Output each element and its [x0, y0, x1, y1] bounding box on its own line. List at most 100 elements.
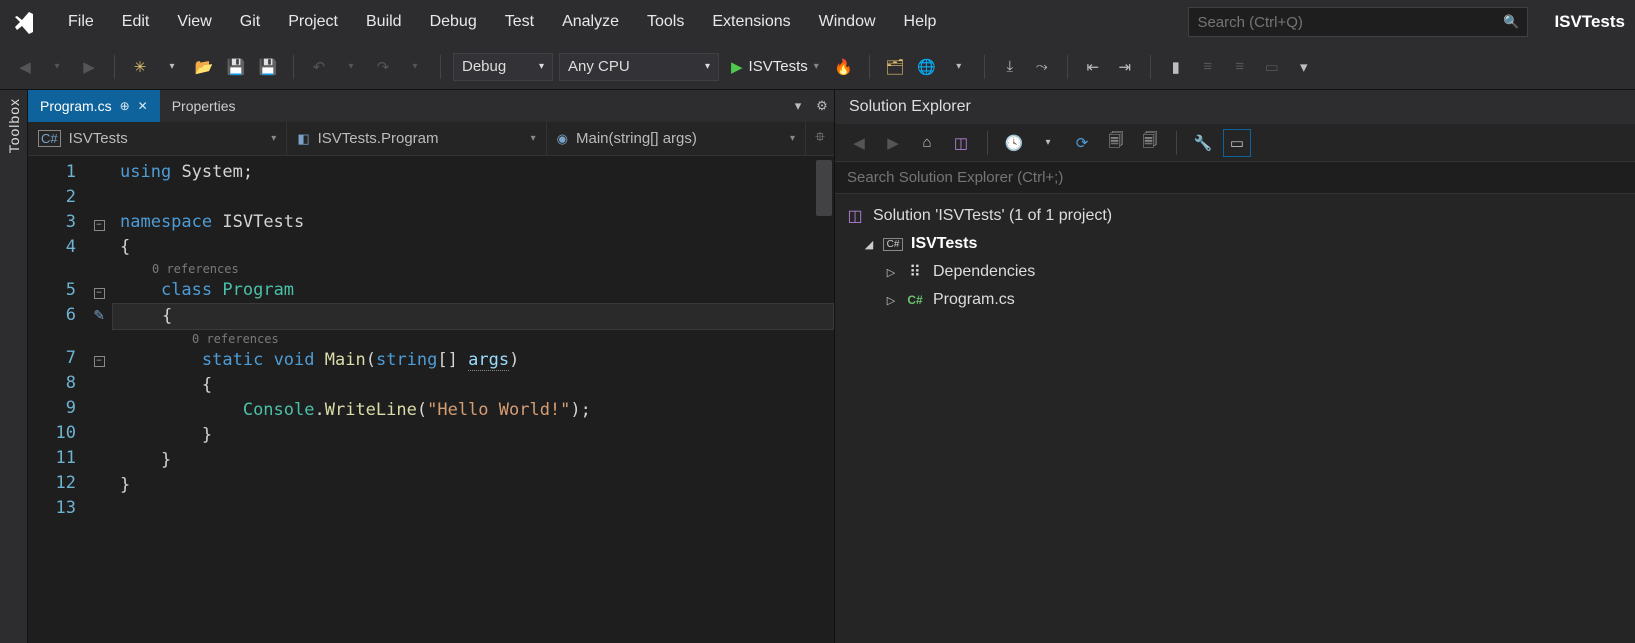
sln-back-button[interactable]: ◀ [845, 129, 873, 157]
menu-git[interactable]: Git [226, 7, 274, 37]
document-tabs: Program.cs ⊕ ✕ Properties ▾ ⚙ [28, 90, 834, 122]
csharp-project-icon: C# [38, 130, 61, 147]
code-line[interactable]: { [112, 235, 834, 260]
menu-build[interactable]: Build [352, 7, 416, 37]
menu-extensions[interactable]: Extensions [698, 7, 804, 37]
toolbox-label: Toolbox [6, 98, 22, 153]
nav-back-button[interactable]: ◀ [12, 54, 38, 80]
browse-folder-button[interactable]: 🗂 [882, 54, 908, 80]
tree-solution-node[interactable]: ◫ Solution 'ISVTests' (1 of 1 project) [845, 202, 1625, 230]
save-all-button[interactable]: 💾 [255, 54, 281, 80]
browser-link-button[interactable]: 🌐 [914, 54, 940, 80]
menu-project[interactable]: Project [274, 7, 352, 37]
outdent-button[interactable]: ⇤ [1080, 54, 1106, 80]
hot-reload-icon[interactable]: 🔥 [831, 54, 857, 80]
expander-icon[interactable]: ◢ [863, 238, 875, 251]
nav-class-dropdown[interactable]: ◧ ISVTests.Program▾ [287, 122, 546, 155]
tab-settings-button[interactable]: ⚙ [810, 98, 834, 114]
toolbox-tab[interactable]: Toolbox [0, 90, 28, 643]
code-line[interactable] [112, 498, 834, 523]
code-editor[interactable]: 12345678910111213 −−✎− using System; nam… [28, 156, 834, 643]
undo-drop-icon[interactable]: ▾ [338, 54, 364, 80]
tree-project-node[interactable]: ◢ C# ISVTests [845, 230, 1625, 258]
step-over-button[interactable]: ⤳ [1029, 54, 1055, 80]
code-line[interactable]: class Program [112, 278, 834, 303]
nav-project-dropdown[interactable]: C# ISVTests▾ [28, 122, 287, 155]
new-item-button[interactable]: ✳ [127, 54, 153, 80]
menu-file[interactable]: File [54, 7, 108, 37]
uncomment-button[interactable]: ≡ [1227, 54, 1253, 80]
platform-dropdown[interactable]: Any CPU▾ [559, 53, 719, 81]
tab-properties[interactable]: Properties [160, 90, 248, 122]
browser-drop-icon[interactable]: ▾ [946, 54, 972, 80]
sln-pending-drop-icon[interactable]: ▾ [1034, 129, 1062, 157]
global-search[interactable]: 🔍 [1188, 7, 1528, 37]
tab-program-cs[interactable]: Program.cs ⊕ ✕ [28, 90, 160, 122]
menu-analyze[interactable]: Analyze [548, 7, 633, 37]
sln-show-all-button[interactable]: 🗐 [1136, 129, 1164, 157]
code-line[interactable]: } [112, 473, 834, 498]
editor-pane: Program.cs ⊕ ✕ Properties ▾ ⚙ C# ISVTest… [28, 90, 835, 643]
editor-scrollbar[interactable] [816, 160, 832, 216]
nav-member-dropdown[interactable]: ◉ Main(string[] args)▾ [547, 122, 806, 155]
sln-forward-button[interactable]: ▶ [879, 129, 907, 157]
nav-forward-button[interactable]: ▶ [76, 54, 102, 80]
code-line[interactable]: static void Main(string[] args) [112, 348, 834, 373]
code-line[interactable]: } [112, 448, 834, 473]
back-drop-icon[interactable]: ▾ [44, 54, 70, 80]
code-line[interactable] [112, 185, 834, 210]
solution-search-input[interactable] [847, 169, 1623, 186]
close-icon[interactable]: ✕ [138, 99, 148, 113]
sln-preview-button[interactable]: ▭ [1223, 129, 1251, 157]
undo-button[interactable]: ↶ [306, 54, 332, 80]
open-file-button[interactable]: 📂 [191, 54, 217, 80]
sln-pending-button[interactable]: 🕓 [1000, 129, 1028, 157]
expander-icon[interactable]: ▷ [885, 266, 897, 279]
configuration-dropdown[interactable]: Debug▾ [453, 53, 553, 81]
save-button[interactable]: 💾 [223, 54, 249, 80]
search-input[interactable] [1197, 14, 1503, 31]
sln-switch-views-button[interactable]: ◫ [947, 129, 975, 157]
code-line[interactable]: { [112, 373, 834, 398]
indent-button[interactable]: ⇥ [1112, 54, 1138, 80]
fold-gutter[interactable]: −−✎− [86, 156, 112, 643]
code-line[interactable]: Console.WriteLine("Hello World!"); [112, 398, 834, 423]
menu-view[interactable]: View [163, 7, 225, 37]
overflow-icon[interactable]: ▾ [1291, 54, 1317, 80]
sln-properties-button[interactable]: 🔧 [1189, 129, 1217, 157]
code-line[interactable]: } [112, 423, 834, 448]
menu-tools[interactable]: Tools [633, 7, 698, 37]
start-debug-button[interactable]: ▶ ISVTests ▾ [725, 58, 825, 76]
menu-help[interactable]: Help [890, 7, 951, 37]
menu-edit[interactable]: Edit [108, 7, 164, 37]
expander-icon[interactable]: ▷ [885, 294, 897, 307]
bookmark-button[interactable]: ▮ [1163, 54, 1189, 80]
code-line[interactable]: using System; [112, 160, 834, 185]
tree-file-node[interactable]: ▷ C# Program.cs [845, 286, 1625, 314]
sln-home-button[interactable]: ⌂ [913, 129, 941, 157]
toggle-button[interactable]: ▭ [1259, 54, 1285, 80]
comment-button[interactable]: ≡ [1195, 54, 1221, 80]
tab-overflow-button[interactable]: ▾ [786, 98, 810, 114]
menu-window[interactable]: Window [805, 7, 890, 37]
codelens-references[interactable]: 0 references [112, 260, 834, 278]
pin-icon[interactable]: ⊕ [120, 99, 130, 113]
codelens-references[interactable]: 0 references [112, 330, 834, 348]
new-drop-icon[interactable]: ▾ [159, 54, 185, 80]
method-icon: ◉ [557, 131, 568, 147]
search-icon: 🔍 [1503, 14, 1519, 30]
redo-button[interactable]: ↷ [370, 54, 396, 80]
code-line[interactable]: { [112, 303, 834, 330]
step-into-button[interactable]: ⤓ [997, 54, 1023, 80]
code-line[interactable]: namespace ISVTests [112, 210, 834, 235]
solution-icon: ◫ [845, 206, 865, 226]
sln-collapse-button[interactable]: 🗐 [1102, 129, 1130, 157]
tree-dependencies-node[interactable]: ▷ ⠿ Dependencies [845, 258, 1625, 286]
solution-explorer-toolbar: ◀ ▶ ⌂ ◫ 🕓 ▾ ⟳ 🗐 🗐 🔧 ▭ [835, 124, 1635, 162]
redo-drop-icon[interactable]: ▾ [402, 54, 428, 80]
solution-search[interactable] [835, 162, 1635, 194]
menu-debug[interactable]: Debug [416, 7, 491, 37]
menu-test[interactable]: Test [491, 7, 548, 37]
sln-sync-button[interactable]: ⟳ [1068, 129, 1096, 157]
split-editor-button[interactable]: ⯐ [806, 128, 834, 150]
